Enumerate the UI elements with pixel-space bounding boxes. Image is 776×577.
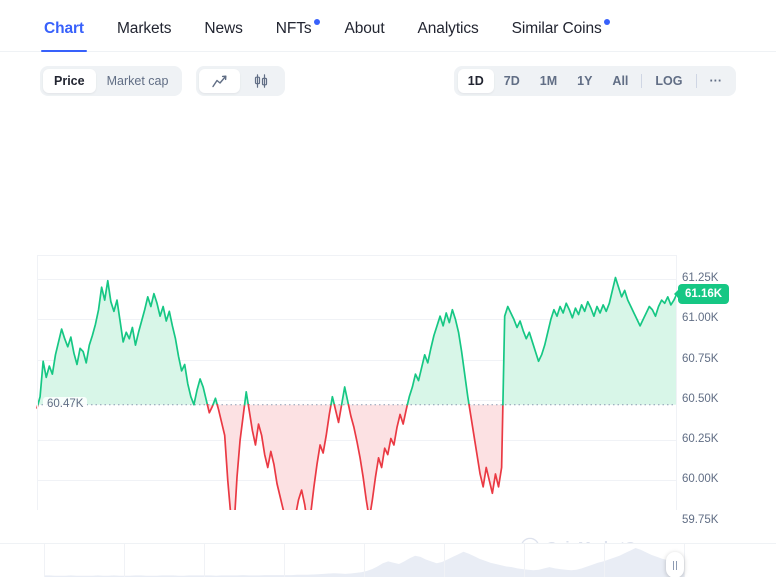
range-all[interactable]: All (602, 69, 638, 93)
baseline-price-label: 60.47K (43, 396, 88, 411)
handle-grip-line-icon (673, 560, 674, 570)
current-price-tag: 61.16K (678, 283, 730, 304)
more-options-button[interactable]: ··· (700, 69, 733, 93)
line-chart-icon (212, 75, 227, 87)
chart-toolbar: Price Market cap 1D 7D 1M 1Y All LOG ··· (0, 52, 776, 110)
tab-similar-coins[interactable]: Similar Coins (511, 19, 610, 51)
y-axis-tick-label: 61.00K (682, 312, 719, 325)
tab-label: Similar Coins (511, 20, 602, 37)
log-scale-button[interactable]: LOG (645, 69, 692, 93)
tab-about[interactable]: About (345, 20, 385, 51)
range-1m[interactable]: 1M (530, 69, 567, 93)
tab-markets[interactable]: Markets (116, 20, 172, 51)
y-axis-tick-label: 60.00K (682, 473, 719, 486)
chart-type-toggle-group (196, 66, 286, 96)
y-axis-tick-label: 60.25K (682, 433, 719, 446)
chart-canvas (36, 255, 678, 510)
tab-label: Analytics (417, 20, 479, 37)
metric-option-price[interactable]: Price (43, 69, 96, 93)
tab-nfts[interactable]: NFTs (275, 19, 320, 51)
navigator-canvas (44, 544, 685, 577)
metric-option-market-cap[interactable]: Market cap (96, 69, 180, 93)
y-axis-tick-label: 61.25K (682, 272, 719, 285)
chart-type-line-button[interactable] (199, 69, 241, 93)
tab-news[interactable]: News (204, 20, 242, 51)
primary-tab-bar: Chart Markets News NFTs About Analytics … (0, 0, 776, 52)
tab-label: About (344, 20, 385, 37)
range-7d[interactable]: 7D (494, 69, 530, 93)
metric-toggle-group: Price Market cap (40, 66, 183, 96)
y-axis-tick-label: 60.50K (682, 392, 719, 405)
range-1y[interactable]: 1Y (567, 69, 602, 93)
candlestick-chart-icon (255, 74, 268, 88)
new-indicator-dot-icon (603, 19, 610, 25)
handle-grip-line-icon (676, 560, 677, 570)
new-indicator-dot-icon (313, 19, 320, 25)
y-axis-tick-label: 59.75K (682, 513, 719, 526)
chart-area-fill (37, 277, 677, 510)
tab-chart[interactable]: Chart (41, 20, 87, 52)
tab-label: Markets (116, 20, 172, 37)
time-range-group: 1D 7D 1M 1Y All LOG ··· (453, 66, 736, 96)
toolbar-divider (641, 74, 643, 88)
chart-type-candlestick-button[interactable] (240, 69, 282, 93)
chart-navigator[interactable] (0, 543, 776, 577)
tab-label: Chart (44, 20, 84, 37)
range-1d[interactable]: 1D (457, 69, 494, 93)
tab-label: News (204, 20, 243, 37)
y-axis-tick-label: 60.75K (682, 352, 719, 365)
tab-analytics[interactable]: Analytics (418, 20, 479, 51)
navigator-drag-handle[interactable] (666, 552, 684, 577)
toolbar-divider (695, 74, 697, 88)
price-chart[interactable]: 59.50K59.75K60.00K60.25K60.50K60.75K61.0… (0, 110, 776, 566)
tab-label: NFTs (275, 20, 312, 37)
